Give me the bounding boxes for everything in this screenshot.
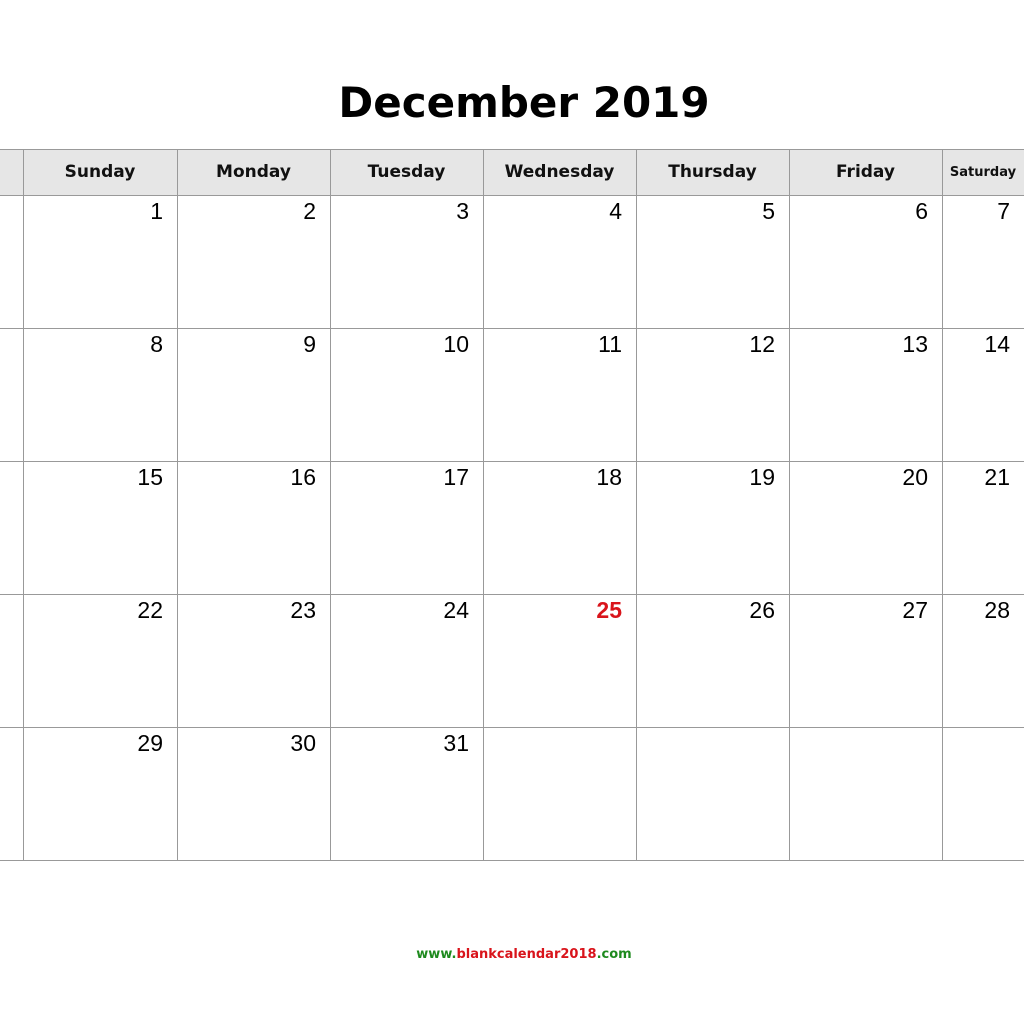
day-number: 8 <box>150 331 163 357</box>
weekday-header: Wednesday <box>483 149 636 196</box>
day-cell[interactable]: 26 <box>636 595 789 728</box>
day-number: 15 <box>137 464 163 490</box>
day-number: 7 <box>997 198 1010 224</box>
day-cell[interactable]: 19 <box>636 462 789 595</box>
day-number: 27 <box>902 597 928 623</box>
day-number: 2 <box>303 198 316 224</box>
day-cell[interactable]: 22 <box>23 595 177 728</box>
day-number: 22 <box>137 597 163 623</box>
footer-link[interactable]: www.blankcalendar2018.com <box>0 947 1024 962</box>
day-cell[interactable] <box>0 196 23 329</box>
day-cell[interactable]: 13 <box>789 329 942 462</box>
day-cell[interactable]: 4 <box>483 196 636 329</box>
day-cell[interactable]: 21 <box>942 462 1024 595</box>
day-cell[interactable]: 14 <box>942 329 1024 462</box>
day-cell[interactable]: 11 <box>483 329 636 462</box>
grid-line <box>330 149 331 861</box>
grid-line <box>483 149 484 861</box>
day-number: 1 <box>150 198 163 224</box>
day-number: 3 <box>456 198 469 224</box>
day-number: 18 <box>596 464 622 490</box>
day-number: 31 <box>443 730 469 756</box>
day-number: 14 <box>984 331 1010 357</box>
day-cell[interactable] <box>636 728 789 861</box>
day-cell[interactable]: 30 <box>177 728 330 861</box>
day-number: 25 <box>596 597 622 623</box>
day-number: 30 <box>290 730 316 756</box>
day-number: 10 <box>443 331 469 357</box>
day-cell[interactable]: 25 <box>483 595 636 728</box>
day-cell[interactable]: 29 <box>23 728 177 861</box>
day-cell[interactable]: 5 <box>636 196 789 329</box>
day-cell[interactable]: 8 <box>23 329 177 462</box>
day-cell[interactable] <box>0 329 23 462</box>
day-number: 28 <box>984 597 1010 623</box>
day-number: 5 <box>762 198 775 224</box>
day-cell[interactable]: 27 <box>789 595 942 728</box>
day-cell[interactable]: 17 <box>330 462 483 595</box>
grid-line <box>636 149 637 861</box>
day-cell[interactable]: 2 <box>177 196 330 329</box>
day-cell[interactable]: 9 <box>177 329 330 462</box>
day-number: 16 <box>290 464 316 490</box>
day-cell[interactable]: 24 <box>330 595 483 728</box>
weekday-header: Saturday <box>942 149 1024 196</box>
weekday-header: Friday <box>789 149 942 196</box>
calendar-grid: Sunday Monday Tuesday Wednesday Thursday Frid… <box>0 149 1024 861</box>
day-number: 12 <box>749 331 775 357</box>
day-number: 21 <box>984 464 1010 490</box>
day-number: 20 <box>902 464 928 490</box>
day-cell[interactable]: 16 <box>177 462 330 595</box>
day-cell[interactable] <box>0 595 23 728</box>
day-cell[interactable]: 7 <box>942 196 1024 329</box>
day-cell[interactable]: 10 <box>330 329 483 462</box>
day-number: 17 <box>443 464 469 490</box>
day-cell[interactable]: 18 <box>483 462 636 595</box>
day-cell[interactable]: 12 <box>636 329 789 462</box>
day-number: 26 <box>749 597 775 623</box>
day-cell[interactable]: 3 <box>330 196 483 329</box>
weekday-header <box>0 149 23 196</box>
weekday-header: Tuesday <box>330 149 483 196</box>
day-number: 11 <box>598 331 622 357</box>
day-cell[interactable] <box>483 728 636 861</box>
day-number: 13 <box>902 331 928 357</box>
day-number: 6 <box>915 198 928 224</box>
grid-line <box>177 149 178 861</box>
day-cell[interactable] <box>0 728 23 861</box>
footer-suffix: .com <box>596 947 632 962</box>
grid-line <box>23 149 24 861</box>
grid-line <box>789 149 790 861</box>
footer-name: blankcalendar2018 <box>456 947 597 962</box>
page-title: December 2019 <box>338 78 710 127</box>
day-cell[interactable]: 28 <box>942 595 1024 728</box>
day-number: 24 <box>443 597 469 623</box>
day-cell[interactable]: 1 <box>23 196 177 329</box>
day-cell[interactable] <box>942 728 1024 861</box>
footer-prefix: www. <box>416 947 457 962</box>
weekday-header: Sunday <box>23 149 177 196</box>
weekday-header: Thursday <box>636 149 789 196</box>
day-number: 19 <box>749 464 775 490</box>
grid-line <box>942 149 943 861</box>
day-cell[interactable] <box>789 728 942 861</box>
weekday-header: Monday <box>177 149 330 196</box>
day-cell[interactable]: 31 <box>330 728 483 861</box>
day-number: 29 <box>137 730 163 756</box>
day-number: 9 <box>303 331 316 357</box>
day-cell[interactable] <box>0 462 23 595</box>
day-cell[interactable]: 15 <box>23 462 177 595</box>
day-cell[interactable]: 23 <box>177 595 330 728</box>
day-cell[interactable]: 20 <box>789 462 942 595</box>
day-cell[interactable]: 6 <box>789 196 942 329</box>
day-number: 23 <box>290 597 316 623</box>
day-number: 4 <box>609 198 622 224</box>
